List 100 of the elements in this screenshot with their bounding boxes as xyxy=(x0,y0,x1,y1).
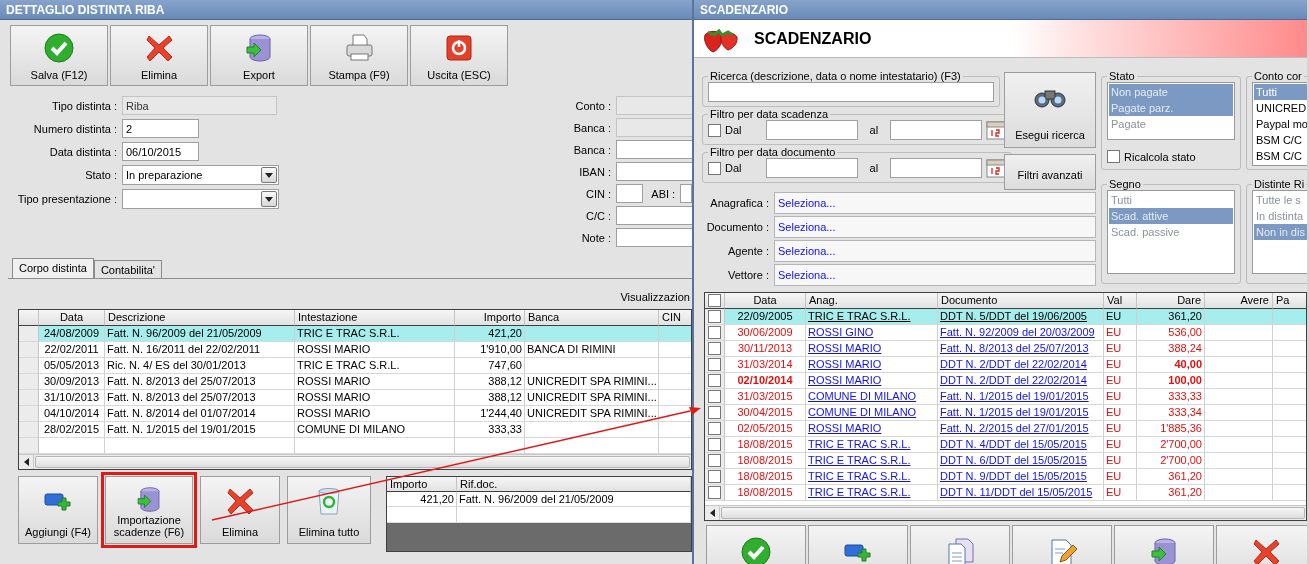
lookup-field[interactable]: Seleziona... xyxy=(774,192,1096,214)
link[interactable]: TRIC E TRAC S.R.L. xyxy=(808,438,911,450)
checkbox[interactable] xyxy=(708,422,721,435)
scrollbar[interactable] xyxy=(705,505,1306,520)
link[interactable]: COMUNE DI MILANO xyxy=(808,406,917,418)
checkbox[interactable] xyxy=(708,294,721,307)
table-row[interactable]: 18/08/2015 TRIC E TRAC S.R.L. DDT N. 9/DDT del 15/05/2015 EU 361,20 xyxy=(705,469,1306,485)
table-row[interactable]: 18/08/2015 TRIC E TRAC S.R.L. DDT N. 6/DDT del 15/05/2015 EU 2'700,00 xyxy=(705,453,1306,469)
link[interactable]: DDT N. 2/DDT del 22/02/2014 xyxy=(940,358,1087,370)
link[interactable]: DDT N. 2/DDT del 22/02/2014 xyxy=(940,374,1087,386)
link[interactable]: ROSSI GINO xyxy=(808,326,874,338)
checkbox[interactable] xyxy=(708,374,721,387)
tab[interactable]: Contabilita' xyxy=(93,260,162,278)
link[interactable]: COMUNE DI MILANO xyxy=(808,390,917,402)
link[interactable]: ROSSI MARIO xyxy=(808,422,882,434)
checkbox[interactable] xyxy=(708,358,721,371)
link[interactable]: DDT N. 9/DDT del 15/05/2015 xyxy=(940,470,1087,482)
table-cell: 24/08/2009 xyxy=(39,326,105,342)
list-item[interactable]: Paypal mo xyxy=(1254,116,1307,132)
search-button[interactable]: Esegui ricerca xyxy=(1004,72,1096,148)
group-label: Distinte Ri xyxy=(1253,178,1306,190)
dropdown[interactable]: In preparazione xyxy=(122,165,279,185)
link[interactable]: DDT N. 4/DDT del 15/05/2015 xyxy=(940,438,1087,450)
link[interactable]: DDT N. 6/DDT del 15/05/2015 xyxy=(940,454,1087,466)
toolbar-button[interactable]: Salva (F12) xyxy=(10,25,108,86)
table-cell: EU xyxy=(1104,421,1137,437)
table-cell: 18/08/2015 xyxy=(725,485,806,501)
input-field[interactable] xyxy=(616,162,692,181)
checkbox[interactable] xyxy=(708,454,721,467)
column-header: Intestazione xyxy=(295,310,455,326)
checkbox[interactable] xyxy=(708,326,721,339)
input-field[interactable] xyxy=(616,184,644,203)
lookup-field[interactable]: Seleziona... xyxy=(774,240,1096,262)
table-cell: 30/09/2013 xyxy=(39,374,105,390)
table-row[interactable]: 30/06/2009 ROSSI GINO Fatt. N. 92/2009 del 20/03/2009 EU 536,00 xyxy=(705,325,1306,341)
table-row[interactable]: 18/08/2015 TRIC E TRAC S.R.L. DDT N. 11/DDT del 15/05/2015 EU 361,20 xyxy=(705,485,1306,501)
action-button[interactable]: Elimina xyxy=(200,476,280,544)
link[interactable]: TRIC E TRAC S.R.L. xyxy=(808,470,911,482)
link[interactable]: Fatt. N. 92/2009 del 20/03/2009 xyxy=(940,326,1095,338)
table-row[interactable]: 30/11/2013 ROSSI MARIO Fatt. N. 8/2013 del 25/07/2013 EU 388,24 xyxy=(705,341,1306,357)
table-row[interactable]: 31/03/2015 COMUNE DI MILANO Fatt. N. 1/2015 del 19/01/2015 EU 333,33 xyxy=(705,389,1306,405)
checkbox[interactable] xyxy=(1107,150,1120,163)
input-field[interactable]: 2 xyxy=(122,119,199,138)
empty-cell xyxy=(387,507,457,523)
checkbox[interactable] xyxy=(708,390,721,403)
table-cell: ROSSI MARIO xyxy=(295,390,455,406)
checkbox[interactable] xyxy=(708,486,721,499)
toolbar-button[interactable]: Stampa (F9) xyxy=(310,25,408,86)
checkbox[interactable] xyxy=(708,310,721,323)
date-field[interactable] xyxy=(765,120,858,140)
tab[interactable]: Corpo distinta xyxy=(12,258,94,278)
list-item[interactable]: BSM C/C xyxy=(1254,148,1307,164)
table-cell: 333,33 xyxy=(1137,389,1205,405)
link[interactable]: Fatt. N. 2/2015 del 27/01/2015 xyxy=(940,422,1089,434)
link[interactable]: DDT N. 5/DDT del 19/06/2005 xyxy=(940,310,1087,322)
input-field[interactable]: 06/10/2015 xyxy=(122,142,199,161)
toolbar-button[interactable]: Uscita (ESC) xyxy=(410,25,508,86)
advanced-filters-button[interactable]: Filtri avanzati xyxy=(1004,154,1096,190)
action-button[interactable]: Elimina tutto xyxy=(287,476,371,544)
table-row[interactable]: 02/05/2015 ROSSI MARIO Fatt. N. 2/2015 del 27/01/2015 EU 1'885,36 xyxy=(705,421,1306,437)
empty-cell xyxy=(1205,373,1273,389)
lookup-field[interactable]: Seleziona... xyxy=(774,264,1096,286)
date-field[interactable] xyxy=(890,120,983,140)
action-button[interactable]: Importazione scadenze (F6) xyxy=(105,476,193,544)
link[interactable]: Fatt. N. 8/2013 del 25/07/2013 xyxy=(940,342,1089,354)
checkbox[interactable] xyxy=(708,342,721,355)
lookup-field[interactable]: Seleziona... xyxy=(774,216,1096,238)
checkbox[interactable] xyxy=(708,406,721,419)
list-item[interactable]: BSM C/C xyxy=(1254,132,1307,148)
link[interactable]: ROSSI MARIO xyxy=(808,358,882,370)
action-button[interactable]: Aggiungi (F4) xyxy=(18,476,98,544)
input-field[interactable] xyxy=(616,228,692,247)
toolbar-button[interactable]: Export xyxy=(210,25,308,86)
table-row[interactable]: 30/04/2015 COMUNE DI MILANO Fatt. N. 1/2015 del 19/01/2015 EU 333,34 xyxy=(705,405,1306,421)
checkbox[interactable] xyxy=(708,470,721,483)
table-row[interactable]: 18/08/2015 TRIC E TRAC S.R.L. DDT N. 4/DDT del 15/05/2015 EU 2'700,00 xyxy=(705,437,1306,453)
checkbox[interactable] xyxy=(708,438,721,451)
checkbox[interactable] xyxy=(708,161,721,175)
toolbar-button[interactable]: Elimina xyxy=(110,25,208,86)
link[interactable]: Fatt. N. 1/2015 del 19/01/2015 xyxy=(940,390,1089,402)
table-row[interactable]: 02/10/2014 ROSSI MARIO DDT N. 2/DDT del 22/02/2014 EU 100,00 xyxy=(705,373,1306,389)
link[interactable]: ROSSI MARIO xyxy=(808,374,882,386)
input-field[interactable] xyxy=(616,206,692,225)
scrollbar[interactable] xyxy=(19,454,691,469)
search-field[interactable] xyxy=(708,82,994,102)
table-row[interactable]: 24/08/2009 Fatt. N. 96/2009 del 21/05/2009 TRIC E TRAC S.R.L. 421,20 xyxy=(19,326,691,342)
dropdown[interactable] xyxy=(122,189,279,209)
link[interactable]: DDT N. 11/DDT del 15/05/2015 xyxy=(940,486,1093,498)
link[interactable]: ROSSI MARIO xyxy=(808,342,882,354)
input-field[interactable] xyxy=(616,140,692,159)
checkbox[interactable] xyxy=(708,123,721,137)
date-field[interactable] xyxy=(765,158,858,178)
link[interactable]: TRIC E TRAC S.R.L. xyxy=(808,486,911,498)
table-row[interactable]: 22/09/2005 TRIC E TRAC S.R.L. DDT N. 5/DDT del 19/06/2005 EU 361,20 xyxy=(705,309,1306,325)
table-row[interactable]: 31/03/2014 ROSSI MARIO DDT N. 2/DDT del 22/02/2014 EU 40,00 xyxy=(705,357,1306,373)
date-field[interactable] xyxy=(890,158,983,178)
link[interactable]: Fatt. N. 1/2015 del 19/01/2015 xyxy=(940,406,1089,418)
link[interactable]: TRIC E TRAC S.R.L. xyxy=(808,454,911,466)
input-field[interactable] xyxy=(680,184,692,203)
link[interactable]: TRIC E TRAC S.R.L. xyxy=(808,310,911,322)
